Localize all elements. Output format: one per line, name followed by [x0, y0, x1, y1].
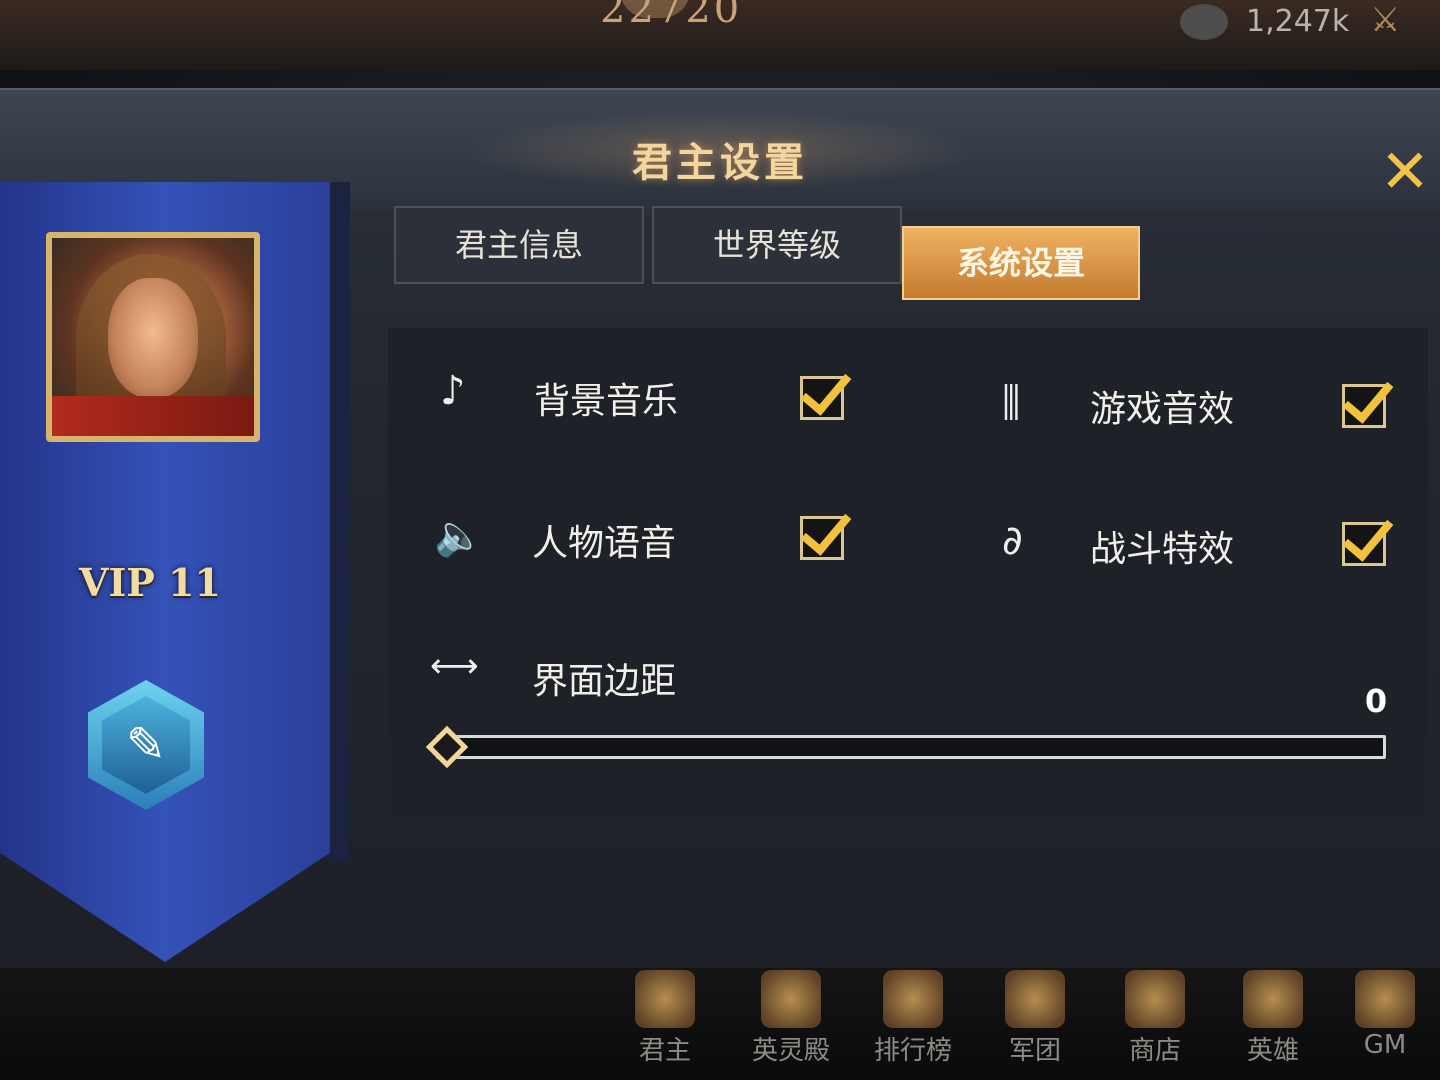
power-value: 1,247k: [1246, 4, 1350, 39]
avatar-face: [108, 278, 198, 398]
scales-icon: [1125, 970, 1185, 1028]
legion-icon: [1005, 970, 1065, 1028]
tab-world-level[interactable]: 世界等级: [652, 206, 902, 284]
top-resource-bar: 22720 1,247k ⚔: [0, 0, 1440, 70]
ui-margin-value: 0: [1364, 682, 1388, 720]
avatar-cape: [52, 396, 254, 436]
equalizer-icon: ⫼: [1002, 380, 1021, 426]
swirl-icon: ∂: [1002, 518, 1023, 564]
nav-hero[interactable]: 英雄: [1218, 968, 1328, 1080]
nav-hall[interactable]: 英灵殿: [736, 968, 846, 1080]
background-music-label: 背景音乐: [534, 381, 679, 422]
nav-label: 商店: [1128, 1036, 1181, 1066]
gold-value: 22720: [600, 0, 743, 32]
nav-legion[interactable]: 军团: [980, 968, 1090, 1080]
battle-effects-checkbox[interactable]: [1342, 522, 1386, 566]
nav-ranking[interactable]: 排行榜: [858, 968, 968, 1080]
banner-edge: [330, 182, 350, 862]
game-sound-label: 游戏音效: [1090, 389, 1235, 430]
game-sound-checkbox[interactable]: [1342, 384, 1386, 428]
tab-lord-info[interactable]: 君主信息: [394, 206, 644, 284]
nav-label: 英雄: [1246, 1036, 1299, 1066]
vip-level: VIP 11: [79, 560, 221, 605]
nav-label: 排行榜: [873, 1036, 952, 1066]
dialog-title: 君主设置: [632, 139, 808, 186]
bottom-nav: 君主 英灵殿 排行榜 军团 商店 英雄 GM: [0, 968, 1440, 1080]
trophy-icon: [883, 970, 943, 1028]
nav-label: 君主: [638, 1036, 691, 1066]
mail-icon: [1355, 970, 1415, 1028]
avatar[interactable]: [46, 232, 260, 442]
background-music-checkbox[interactable]: [800, 376, 844, 420]
battle-effects-label: 战斗特效: [1090, 529, 1235, 570]
shield-icon: [1180, 4, 1228, 40]
hall-icon: [761, 970, 821, 1028]
nav-label: 军团: [1008, 1036, 1061, 1066]
nav-shop[interactable]: 商店: [1100, 968, 1210, 1080]
nav-label: 英灵殿: [751, 1036, 830, 1066]
nav-label: GM: [1363, 1030, 1407, 1060]
edit-badge-inner: ✎: [102, 696, 190, 794]
ui-margin-label: 界面边距: [532, 661, 677, 702]
speaker-icon: 🔈: [434, 513, 484, 559]
crown-icon: [635, 970, 695, 1028]
close-icon[interactable]: ✕: [1374, 142, 1436, 204]
ui-margin-slider[interactable]: [436, 735, 1386, 759]
width-arrows-icon: ⟷: [430, 646, 479, 686]
tab-system-settings[interactable]: 系统设置: [902, 226, 1140, 300]
music-note-icon: ♪: [440, 368, 466, 414]
nav-lord[interactable]: 君主: [610, 968, 720, 1080]
nav-gm[interactable]: GM: [1330, 968, 1440, 1080]
character-voice-checkbox[interactable]: [800, 516, 844, 560]
character-voice-label: 人物语音: [532, 523, 677, 564]
sword-icon[interactable]: ⚔: [1370, 0, 1430, 40]
helmet-icon: [1243, 970, 1303, 1028]
